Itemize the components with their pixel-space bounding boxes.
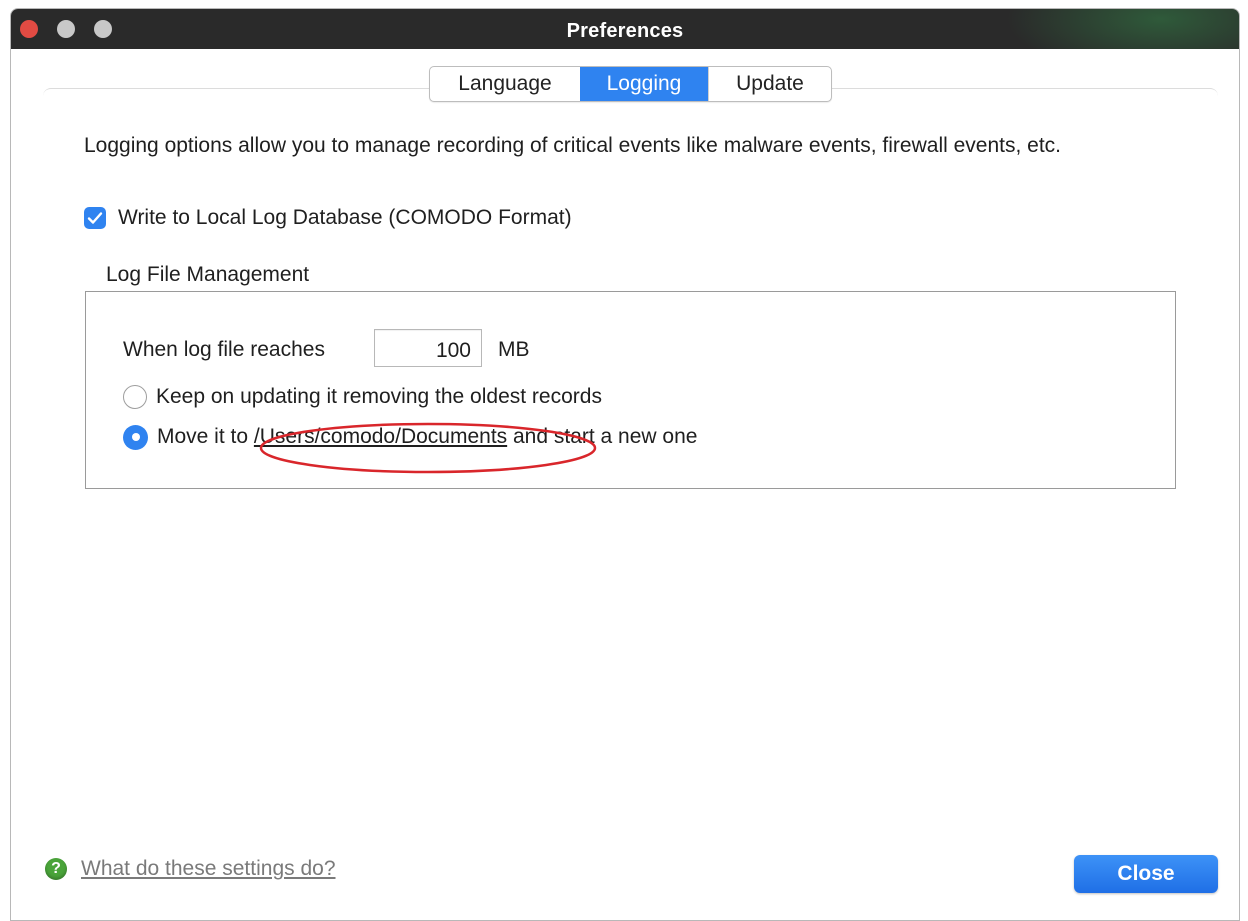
preferences-window: Preferences Language Logging Update Logg… <box>10 8 1240 921</box>
help-row: ? What do these settings do? <box>45 857 336 881</box>
window-title: Preferences <box>566 20 684 42</box>
move-log-radio[interactable] <box>123 424 148 450</box>
checkmark-icon <box>87 212 103 224</box>
log-size-label: When log file reaches <box>123 338 325 361</box>
radio-selected-dot <box>131 433 140 441</box>
title-bar[interactable]: Preferences <box>11 9 1239 49</box>
tab-bar: Language Logging Update <box>429 66 832 102</box>
help-icon[interactable]: ? <box>45 858 67 880</box>
help-link[interactable]: What do these settings do? <box>81 857 336 881</box>
log-size-input[interactable] <box>374 329 482 367</box>
log-file-management-title: Log File Management <box>106 263 310 286</box>
log-size-unit: MB <box>498 338 530 361</box>
write-local-db-label: Write to Local Log Database (COMODO Form… <box>118 206 572 229</box>
move-log-prefix: Move it to <box>157 425 249 448</box>
tab-language[interactable]: Language <box>430 67 580 101</box>
tab-update[interactable]: Update <box>708 67 831 101</box>
close-button[interactable]: Close <box>1074 855 1218 893</box>
logging-description: Logging options allow you to manage reco… <box>84 134 1062 157</box>
keep-updating-option[interactable]: Keep on updating it removing the oldest … <box>123 383 602 411</box>
keep-updating-label: Keep on updating it removing the oldest … <box>156 385 602 408</box>
keep-updating-radio[interactable] <box>123 385 147 409</box>
write-local-db-checkbox[interactable] <box>84 207 106 229</box>
annotation-ellipse <box>259 422 597 474</box>
tab-logging[interactable]: Logging <box>580 67 708 101</box>
write-local-db-option[interactable]: Write to Local Log Database (COMODO Form… <box>84 205 572 231</box>
